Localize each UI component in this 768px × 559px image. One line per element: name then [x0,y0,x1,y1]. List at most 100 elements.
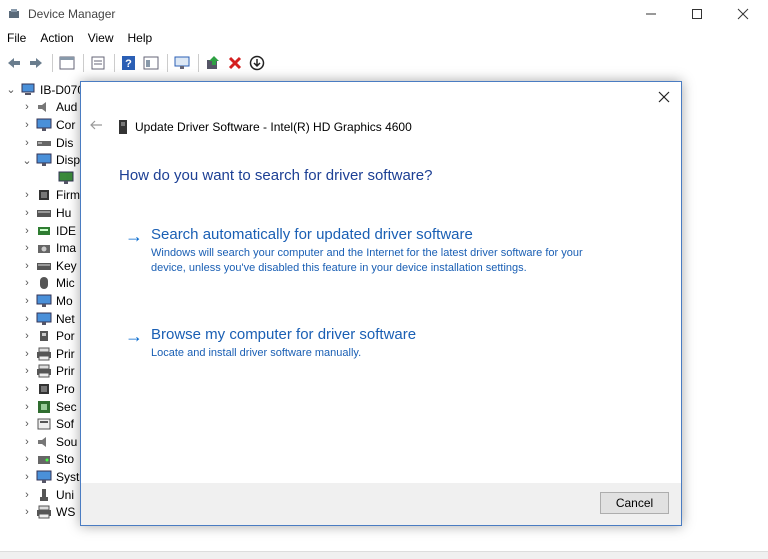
menu-view[interactable]: View [81,29,121,49]
show-hide-console-button[interactable] [57,53,77,73]
expand-chevron-icon[interactable]: › [20,189,34,201]
collapse-chevron-icon[interactable]: ⌄ [20,154,34,167]
expand-chevron-icon[interactable]: › [20,277,34,289]
update-driver-icon [207,56,219,69]
tree-item[interactable]: › Hu [20,204,71,222]
maximize-button[interactable] [674,0,720,28]
network-icon [36,312,52,325]
browse-computer-option[interactable]: → Browse my computer for driver software… [125,326,645,366]
tree-item[interactable]: › Net [20,310,75,328]
tree-item[interactable]: › Uni [20,486,74,504]
expand-chevron-icon[interactable]: › [20,119,34,131]
search-automatically-option[interactable]: → Search automatically for updated drive… [125,226,645,288]
expand-chevron-icon[interactable]: › [20,260,34,272]
tree-root-label: IB-D070 [40,82,85,97]
tree-root[interactable]: ⌄ IB-D070 [4,81,84,99]
tree-item[interactable]: › Sou [20,433,77,451]
minimize-icon [646,13,656,15]
tree-item-label: Hu [56,205,72,220]
menu-help[interactable]: Help [121,29,160,49]
toolbar-separator [52,54,53,72]
expand-chevron-icon[interactable]: › [20,295,34,307]
tree-item[interactable]: › Sof [20,415,74,433]
forward-button[interactable] [26,53,46,73]
tree-item[interactable]: › Por [20,327,75,345]
printer-icon [37,347,51,361]
dialog-footer: Cancel [81,483,681,525]
browse-computer-link[interactable]: Browse my computer for driver software [151,326,416,343]
menu-action[interactable]: Action [33,29,80,49]
tree-item[interactable]: › Ima [20,239,76,257]
expand-chevron-icon[interactable]: › [20,137,34,149]
scan-hardware-button[interactable] [172,53,192,73]
help-icon: ? [122,56,135,70]
tree-item-label: Sof [56,417,75,432]
expand-chevron-icon[interactable]: › [20,101,34,113]
tree-item-label: Por [56,329,75,344]
chip-icon [39,190,49,201]
tree-item[interactable]: ⌄ Disp [20,151,80,169]
search-automatically-link[interactable]: Search automatically for updated driver … [151,226,473,243]
toolbar: ? [0,51,768,75]
expand-chevron-icon[interactable]: › [20,471,34,483]
view-button[interactable] [141,53,161,73]
tree-item-label: Uni [56,487,75,502]
tree-item-label: Pro [56,381,75,396]
display-adapter-icon [58,171,74,184]
expand-chevron-icon[interactable]: › [20,401,34,413]
tree-item-label: Sto [56,452,75,467]
menu-file[interactable]: File [0,29,33,49]
tree-item[interactable]: › Sto [20,451,74,469]
speaker-icon [38,102,46,113]
arrow-right-icon: → [125,326,143,346]
help-button[interactable]: ? [119,53,139,73]
update-driver-dialog: Update Driver Software - Intel(R) HD Gra… [80,81,682,526]
tree-item-label: Sou [56,434,78,449]
tree-item[interactable]: › Key [20,257,77,275]
tree-item[interactable]: › Firm [20,187,80,205]
tree-item[interactable] [56,169,78,187]
expand-chevron-icon[interactable]: › [20,242,34,254]
minimize-button[interactable] [628,0,674,28]
expand-chevron-icon[interactable]: › [20,348,34,360]
tree-item[interactable]: › Aud [20,99,77,117]
tree-item[interactable]: › IDE [20,222,76,240]
expand-chevron-icon[interactable]: › [20,365,34,377]
back-button[interactable] [4,53,24,73]
expand-chevron-icon[interactable]: › [20,225,34,237]
properties-button[interactable] [88,53,108,73]
expand-chevron-icon[interactable]: › [20,418,34,430]
tree-item[interactable]: › Pro [20,380,75,398]
tree-item[interactable]: › Mo [20,292,73,310]
collapse-chevron-icon[interactable]: ⌄ [4,83,18,96]
enable-device-button[interactable] [247,53,267,73]
expand-chevron-icon[interactable]: › [20,489,34,501]
expand-chevron-icon[interactable]: › [20,453,34,465]
toolbar-separator [114,54,115,72]
tree-item[interactable]: › Cor [20,116,75,134]
expand-chevron-icon[interactable]: › [20,436,34,448]
tree-item[interactable]: › Prir [20,345,75,363]
monitor-icon [36,294,52,307]
search-automatically-desc: Windows will search your computer and th… [151,247,583,274]
update-driver-button[interactable] [203,53,223,73]
tree-item[interactable]: › WS [20,503,75,521]
tree-item[interactable]: › Syst [20,468,79,486]
tree-item[interactable]: › Prir [20,363,75,381]
expand-chevron-icon[interactable]: › [20,383,34,395]
close-button[interactable] [720,0,766,28]
back-button[interactable] [89,118,103,134]
expand-chevron-icon[interactable]: › [20,313,34,325]
expand-chevron-icon[interactable]: › [20,207,34,219]
expand-chevron-icon[interactable]: › [20,506,34,518]
tree-item[interactable]: › Sec [20,398,77,416]
expand-chevron-icon[interactable]: › [20,330,34,342]
dialog-close-button[interactable] [655,88,673,106]
tree-item[interactable]: › Mic [20,275,75,293]
uninstall-button[interactable] [225,53,245,73]
cancel-button[interactable]: Cancel [600,492,669,514]
tree-item[interactable]: › Dis [20,134,73,152]
graphics-card-icon [119,120,127,134]
monitor-icon [36,118,52,131]
tree-item-label: Prir [56,346,75,361]
